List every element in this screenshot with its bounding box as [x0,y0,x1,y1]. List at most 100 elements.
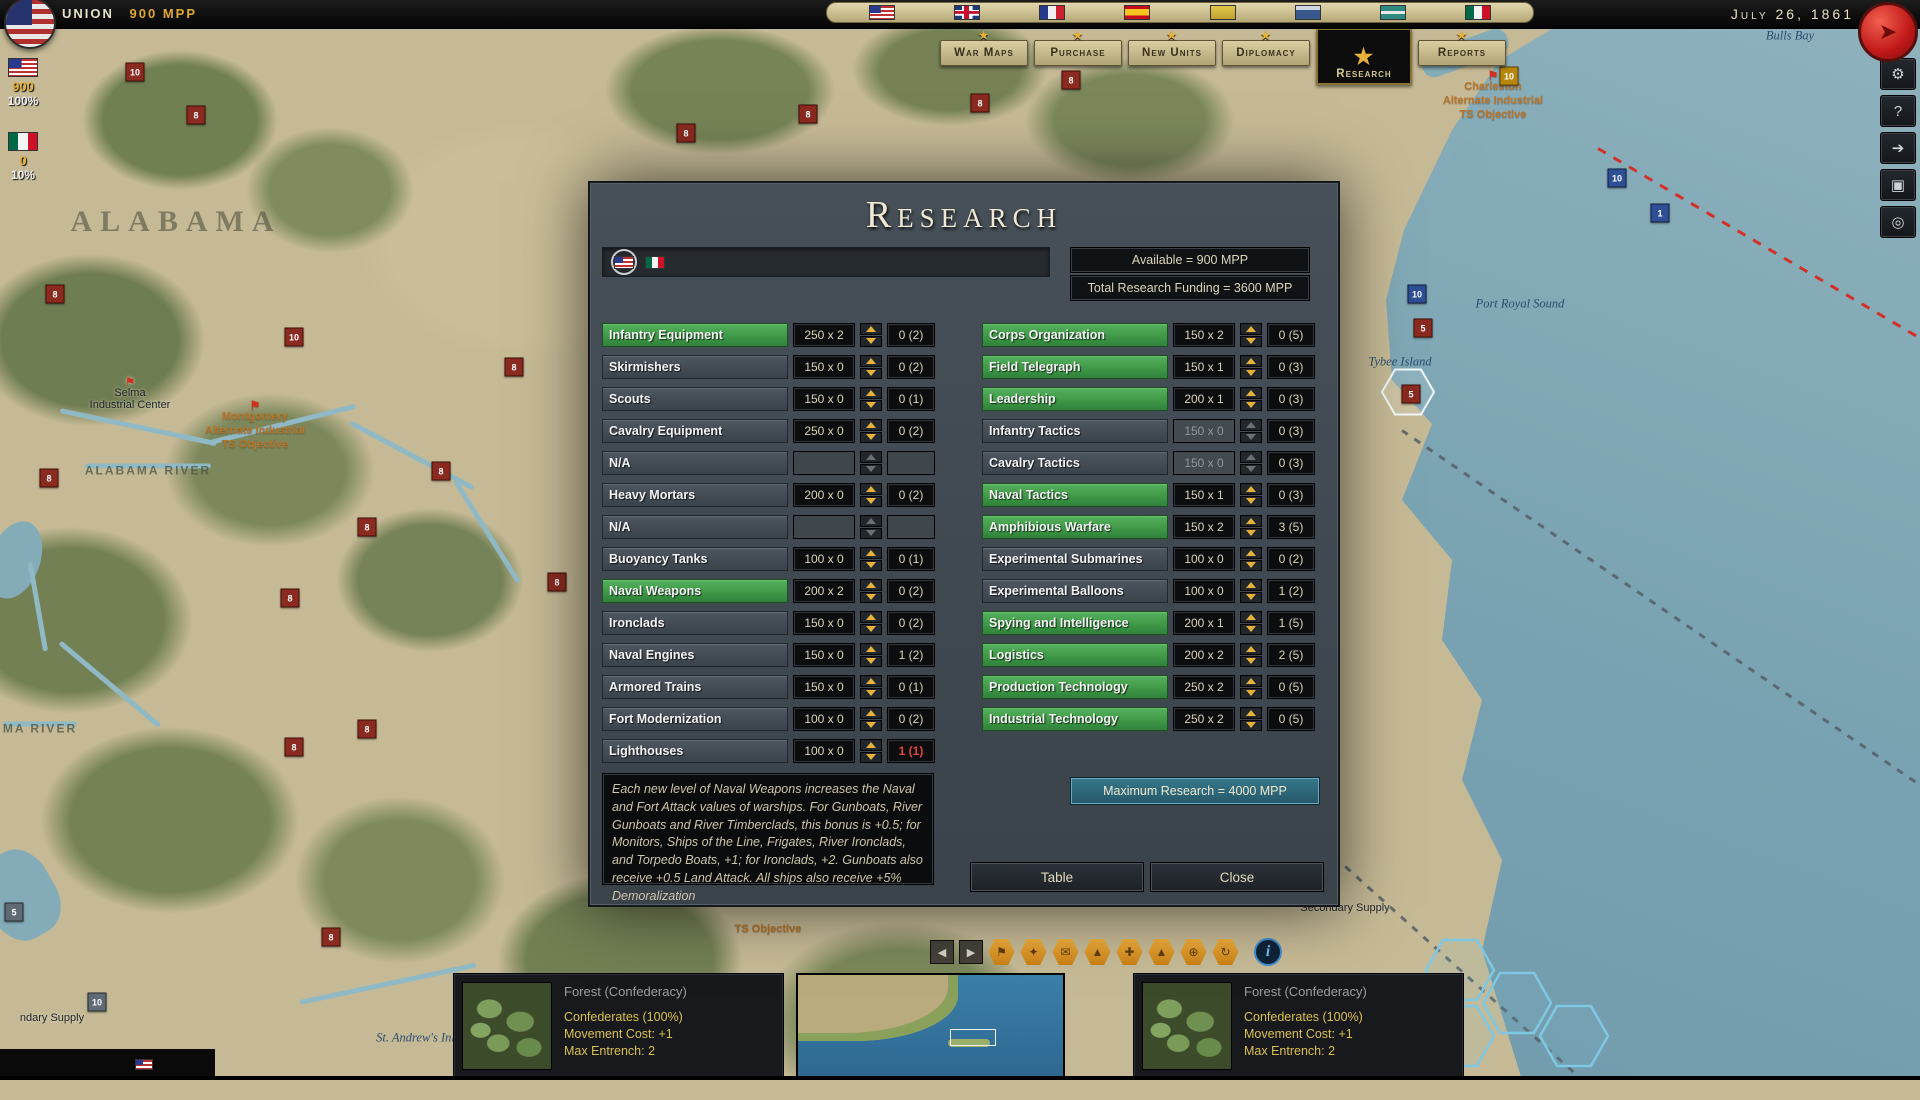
spinner-up-button[interactable] [860,739,882,751]
spinner-down-button[interactable] [1240,656,1262,668]
spinner-down-button[interactable] [1240,464,1262,476]
research-category[interactable]: Cavalry Tactics [982,451,1168,475]
research-category[interactable]: Experimental Submarines [982,547,1168,571]
unit-marker[interactable]: 8 [505,358,524,377]
spinner-down-button[interactable] [1240,688,1262,700]
menu-button-new-units[interactable]: ★New Units [1128,40,1216,66]
unit-marker[interactable]: 8 [322,928,341,947]
flag-usa-icon[interactable] [869,5,895,20]
resource-badge[interactable]: 010% [4,132,42,182]
menu-button-purchase[interactable]: ★Purchase [1034,40,1122,66]
unit-marker[interactable]: 8 [358,720,377,739]
hex-action-button-4[interactable]: ▲ [1084,939,1111,966]
unit-marker[interactable]: 5 [1414,319,1433,338]
spinner-down-button[interactable] [860,464,882,476]
next-unit-button[interactable]: ▶ [959,940,983,964]
spinner-up-button[interactable] [1240,579,1262,591]
spinner-up-button[interactable] [1240,611,1262,623]
unit-marker[interactable]: 1 [1651,204,1670,223]
unit-marker[interactable]: 8 [548,573,567,592]
spinner-down-button[interactable] [1240,560,1262,572]
unit-marker[interactable]: 8 [281,589,300,608]
menu-button-war-maps[interactable]: ★War Maps [940,40,1028,66]
unit-marker[interactable]: 8 [187,106,206,125]
hex-action-button-8[interactable]: ↻ [1212,939,1239,966]
unit-marker[interactable]: 8 [971,94,990,113]
research-category[interactable]: Fort Modernization [602,707,788,731]
research-category[interactable]: Corps Organization [982,323,1168,347]
research-category[interactable]: Heavy Mortars [602,483,788,507]
unit-marker[interactable]: 8 [358,518,377,537]
research-category[interactable]: Ironclads [602,611,788,635]
hex-action-button-7[interactable]: ⊕ [1180,939,1207,966]
spinner-up-button[interactable] [1240,707,1262,719]
research-category[interactable]: Industrial Technology [982,707,1168,731]
spinner-up-button[interactable] [1240,675,1262,687]
spinner-up-button[interactable] [860,579,882,591]
spinner-down-button[interactable] [1240,720,1262,732]
end-turn-button[interactable]: ➤ [1858,2,1918,62]
spinner-down-button[interactable] [860,368,882,380]
minimap-viewport[interactable] [950,1029,996,1046]
spinner-up-button[interactable] [1240,643,1262,655]
spinner-up-button[interactable] [860,675,882,687]
research-category[interactable]: Amphibious Warfare [982,515,1168,539]
spinner-down-button[interactable] [860,688,882,700]
research-category[interactable]: Naval Weapons [602,579,788,603]
spinner-up-button[interactable] [860,643,882,655]
info-button[interactable]: i [1254,938,1282,966]
research-category[interactable]: Armored Trains [602,675,788,699]
unit-marker[interactable]: 10 [126,63,145,82]
unit-marker[interactable]: 8 [432,462,451,481]
research-category[interactable]: Scouts [602,387,788,411]
spinner-up-button[interactable] [1240,515,1262,527]
spinner-down-button[interactable] [860,752,882,764]
research-category[interactable]: Naval Tactics [982,483,1168,507]
spinner-up-button[interactable] [1240,547,1262,559]
hex-action-button-3[interactable]: ✉ [1052,939,1079,966]
spinner-down-button[interactable] [1240,592,1262,604]
flag-mexico-icon[interactable] [645,256,665,269]
flag-spain-icon[interactable] [1124,5,1150,20]
research-category[interactable]: Leadership [982,387,1168,411]
spinner-down-button[interactable] [1240,432,1262,444]
prev-unit-button[interactable]: ◀ [930,940,954,964]
close-button[interactable]: Close [1150,862,1324,892]
unit-marker[interactable]: 8 [799,105,818,124]
help-icon[interactable]: ? [1880,95,1916,127]
menu-button-diplomacy[interactable]: ★Diplomacy [1222,40,1310,66]
hex-action-button-2[interactable]: ✦ [1020,939,1047,966]
minimap[interactable] [796,973,1065,1078]
unit-marker[interactable]: 8 [285,738,304,757]
research-category[interactable]: Spying and Intelligence [982,611,1168,635]
hex-action-button-1[interactable]: ⚑ [988,939,1015,966]
flag-gold-icon[interactable] [1210,5,1236,20]
spinner-up-button[interactable] [1240,451,1262,463]
spinner-down-button[interactable] [860,400,882,412]
research-category[interactable]: Skirmishers [602,355,788,379]
spinner-up-button[interactable] [860,451,882,463]
resource-badge[interactable]: 900100% [4,58,42,108]
spinner-up-button[interactable] [1240,387,1262,399]
unit-marker[interactable]: 8 [677,124,696,143]
save-icon[interactable]: ▣ [1880,169,1916,201]
research-category[interactable]: Production Technology [982,675,1168,699]
spinner-up-button[interactable] [1240,323,1262,335]
research-category[interactable]: Buoyancy Tanks [602,547,788,571]
spinner-up-button[interactable] [860,483,882,495]
flag-navy-icon[interactable] [1295,5,1321,20]
unit-marker[interactable]: 10 [1608,169,1627,188]
spinner-up-button[interactable] [1240,419,1262,431]
spinner-down-button[interactable] [860,432,882,444]
spinner-down-button[interactable] [860,624,882,636]
unit-marker[interactable]: 5 [5,903,24,922]
spinner-down-button[interactable] [860,592,882,604]
spinner-up-button[interactable] [860,419,882,431]
spinner-down-button[interactable] [860,560,882,572]
unit-marker[interactable]: 10 [88,993,107,1012]
spinner-down-button[interactable] [1240,496,1262,508]
spinner-down-button[interactable] [1240,336,1262,348]
unit-marker[interactable]: 10 [1408,285,1427,304]
flag-britain-icon[interactable] [954,5,980,20]
table-button[interactable]: Table [970,862,1144,892]
